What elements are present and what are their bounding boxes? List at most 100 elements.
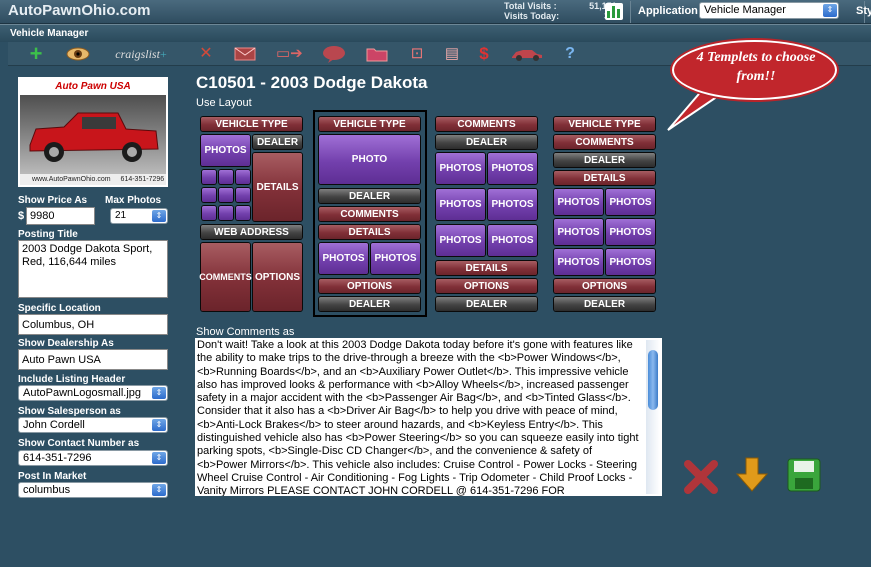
style-label[interactable]: Sty <box>856 5 871 17</box>
t4-photos: PHOTOS <box>606 219 655 245</box>
chevron-updown-icon: ⇕ <box>823 4 837 17</box>
t4-dealer: DEALER <box>554 153 655 167</box>
site-logo[interactable]: AutoPawnOhio.com <box>8 2 151 19</box>
help-icon[interactable]: ? <box>562 44 578 64</box>
t3-options: OPTIONS <box>436 279 537 293</box>
dealership-input[interactable]: Auto Pawn USA <box>18 349 168 370</box>
t1-thumb <box>202 206 216 220</box>
total-visits-label: Total Visits : <box>504 1 557 11</box>
t4-vehicle-type: VEHICLE TYPE <box>554 117 655 131</box>
layout-template-4[interactable]: VEHICLE TYPE COMMENTS DEALER DETAILS PHO… <box>552 115 658 315</box>
dealership-label: Show Dealership As <box>18 338 114 349</box>
t2-photos: PHOTOS <box>371 243 420 274</box>
folder-icon[interactable] <box>366 44 388 64</box>
t4-photos: PHOTOS <box>606 189 655 215</box>
t1-photos: PHOTOS <box>201 135 250 166</box>
t1-thumb <box>236 170 250 184</box>
chevron-updown-icon: ⇕ <box>152 387 166 399</box>
export-doc-icon[interactable]: ⊡ <box>408 44 426 64</box>
t3-dealer-bottom: DEALER <box>436 297 537 311</box>
t4-comments: COMMENTS <box>554 135 655 149</box>
location-label: Specific Location <box>18 303 101 314</box>
ad-footer: www.AutoPawnOhio.com 614-351-7296 <box>20 174 166 185</box>
ad-phone: 614-351-7296 <box>120 176 165 183</box>
delete-button[interactable] <box>683 458 719 494</box>
price-currency: $ <box>18 210 25 222</box>
layout-template-1[interactable]: VEHICLE TYPE PHOTOS DEALER DETAILS WEB A… <box>199 115 305 315</box>
add-icon[interactable]: + <box>26 43 46 65</box>
craigslist-icon[interactable]: craigslist+ <box>108 44 174 64</box>
panel-header <box>0 24 871 42</box>
download-arrow-icon <box>735 457 769 492</box>
salesperson-select[interactable]: John Cordell ⇕ <box>18 417 168 433</box>
location-input[interactable]: Columbus, OH <box>18 314 168 335</box>
layout-template-3[interactable]: COMMENTS DEALER PHOTOS PHOTOS PHOTOS PHO… <box>434 115 540 315</box>
contact-value: 614-351-7296 <box>23 452 92 464</box>
eye-icon[interactable] <box>66 44 90 64</box>
price-label: Show Price As <box>18 195 88 206</box>
contact-select[interactable]: 614-351-7296 ⇕ <box>18 450 168 466</box>
comments-textarea[interactable]: Don't wait! Take a look at this 2003 Dod… <box>195 338 662 496</box>
t1-thumb <box>202 188 216 202</box>
t2-dealer-bottom: DEALER <box>319 297 420 311</box>
car-icon[interactable] <box>510 44 544 64</box>
salesperson-value: John Cordell <box>23 419 85 431</box>
chevron-updown-icon: ⇕ <box>152 484 166 496</box>
save-icon <box>787 458 821 492</box>
t1-thumb <box>219 188 233 202</box>
t3-photos: PHOTOS <box>436 189 485 220</box>
tools-icon[interactable]: ✕ <box>196 44 216 64</box>
vehicle-title: C10501 - 2003 Dodge Dakota <box>196 73 428 92</box>
max-photos-select[interactable]: 21 ⇕ <box>110 208 168 224</box>
t3-dealer: DEALER <box>436 135 537 149</box>
layout-template-2[interactable]: VEHICLE TYPE PHOTO DEALER COMMENTS DETAI… <box>317 115 423 315</box>
t2-options: OPTIONS <box>319 279 420 293</box>
t4-photos: PHOTOS <box>554 189 603 215</box>
t1-thumb <box>202 170 216 184</box>
salesperson-label: Show Salesperson as <box>18 406 121 417</box>
t4-details: DETAILS <box>554 171 655 185</box>
stats-chart-icon[interactable] <box>605 3 623 20</box>
use-layout-label: Use Layout <box>196 97 252 109</box>
chevron-updown-icon: ⇕ <box>152 210 166 222</box>
t3-photos: PHOTOS <box>488 189 537 220</box>
t1-thumb <box>219 206 233 220</box>
application-select-value: Vehicle Manager <box>704 4 786 16</box>
scrollbar-thumb[interactable] <box>648 350 658 410</box>
t1-thumb <box>236 188 250 202</box>
export-icon[interactable]: ▭➔ <box>276 44 303 64</box>
save-button[interactable] <box>786 457 822 493</box>
mail-icon[interactable] <box>234 44 256 64</box>
market-value: columbus <box>23 484 71 496</box>
vehicle-ad-image[interactable]: Auto Pawn USA www.AutoPawnOhio.com 614-3… <box>18 77 168 187</box>
price-input[interactable]: 9980 <box>26 207 95 225</box>
t3-comments: COMMENTS <box>436 117 537 131</box>
t2-photo: PHOTO <box>319 135 420 184</box>
listing-header-select[interactable]: AutoPawnLogosmall.jpg ⇕ <box>18 385 168 401</box>
comments-label: Show Comments as <box>196 326 295 338</box>
posting-title-textarea[interactable]: 2003 Dodge Dakota Sport, Red, 116,644 mi… <box>18 240 168 298</box>
application-select[interactable]: Vehicle Manager ⇕ <box>699 2 839 19</box>
comments-scrollbar[interactable] <box>646 340 660 494</box>
listing-header-label: Include Listing Header <box>18 374 126 385</box>
dollar-icon[interactable]: $ <box>476 44 492 64</box>
t2-dealer: DEALER <box>319 189 420 203</box>
t4-options: OPTIONS <box>554 279 655 293</box>
t3-photos: PHOTOS <box>488 153 537 184</box>
download-button[interactable] <box>734 456 770 494</box>
posting-title-label: Posting Title <box>18 229 78 240</box>
max-photos-value: 21 <box>115 210 127 221</box>
chat-icon[interactable] <box>322 44 346 64</box>
t4-photos: PHOTOS <box>554 249 603 275</box>
t3-photos: PHOTOS <box>488 225 537 256</box>
t1-thumb <box>236 206 250 220</box>
t3-details: DETAILS <box>436 261 537 275</box>
document-icon[interactable]: ▤ <box>444 44 460 64</box>
delete-icon <box>684 460 718 494</box>
chevron-updown-icon: ⇕ <box>152 419 166 431</box>
callout-text: 4 Templets to choose from!! <box>696 50 816 84</box>
t4-dealer-bottom: DEALER <box>554 297 655 311</box>
t2-vehicle-type: VEHICLE TYPE <box>319 117 420 131</box>
max-photos-label: Max Photos <box>105 195 162 206</box>
market-select[interactable]: columbus ⇕ <box>18 482 168 498</box>
